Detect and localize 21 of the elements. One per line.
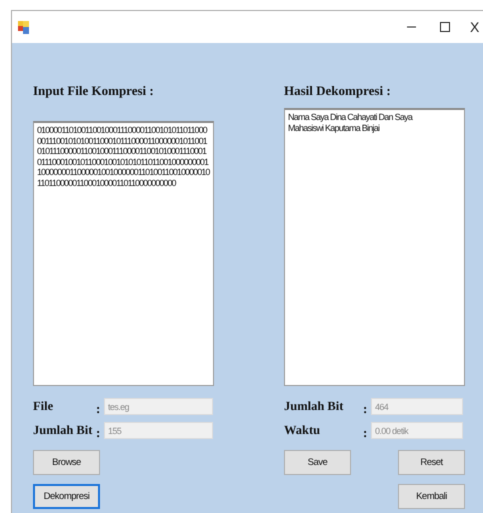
field-label: Waktu [284, 423, 320, 438]
colon-text: : [363, 424, 368, 440]
maximize-icon[interactable] [440, 22, 450, 32]
action-button[interactable]: Reset [398, 450, 465, 475]
panel-heading: Hasil Dekompresi : [284, 83, 391, 99]
field-label: Jumlah Bit [33, 423, 92, 438]
action-button[interactable]: Dekompresi [33, 484, 100, 509]
field-label: Jumlah Bit [284, 399, 344, 414]
app-icon [18, 20, 29, 34]
action-button[interactable]: Save [284, 450, 351, 475]
close-button[interactable]: X [470, 11, 483, 43]
colon-text: : [363, 400, 368, 416]
field-label: File [33, 399, 54, 414]
colon-text: : [96, 424, 100, 440]
action-button[interactable]: Browse [33, 450, 100, 475]
text-area[interactable]: 0100001101001100100011100001100101011011000001110010101001100010111000011000000101100101011100000110010001110000110010100011100010111000100101100010010101011011001000000001100000001100000100100000011010011001000001011011000001100010000110110000000000 [33, 121, 214, 386]
action-button[interactable]: Kembali [398, 484, 465, 509]
minimize-icon[interactable] [406, 26, 416, 28]
panel-heading: Input File Kompresi : [33, 83, 154, 99]
colon-text: : [96, 400, 100, 416]
text-area[interactable]: Nama Saya Dina Cahayati Dan Saya Mahasiswi Kaputama Binjai [284, 108, 465, 386]
